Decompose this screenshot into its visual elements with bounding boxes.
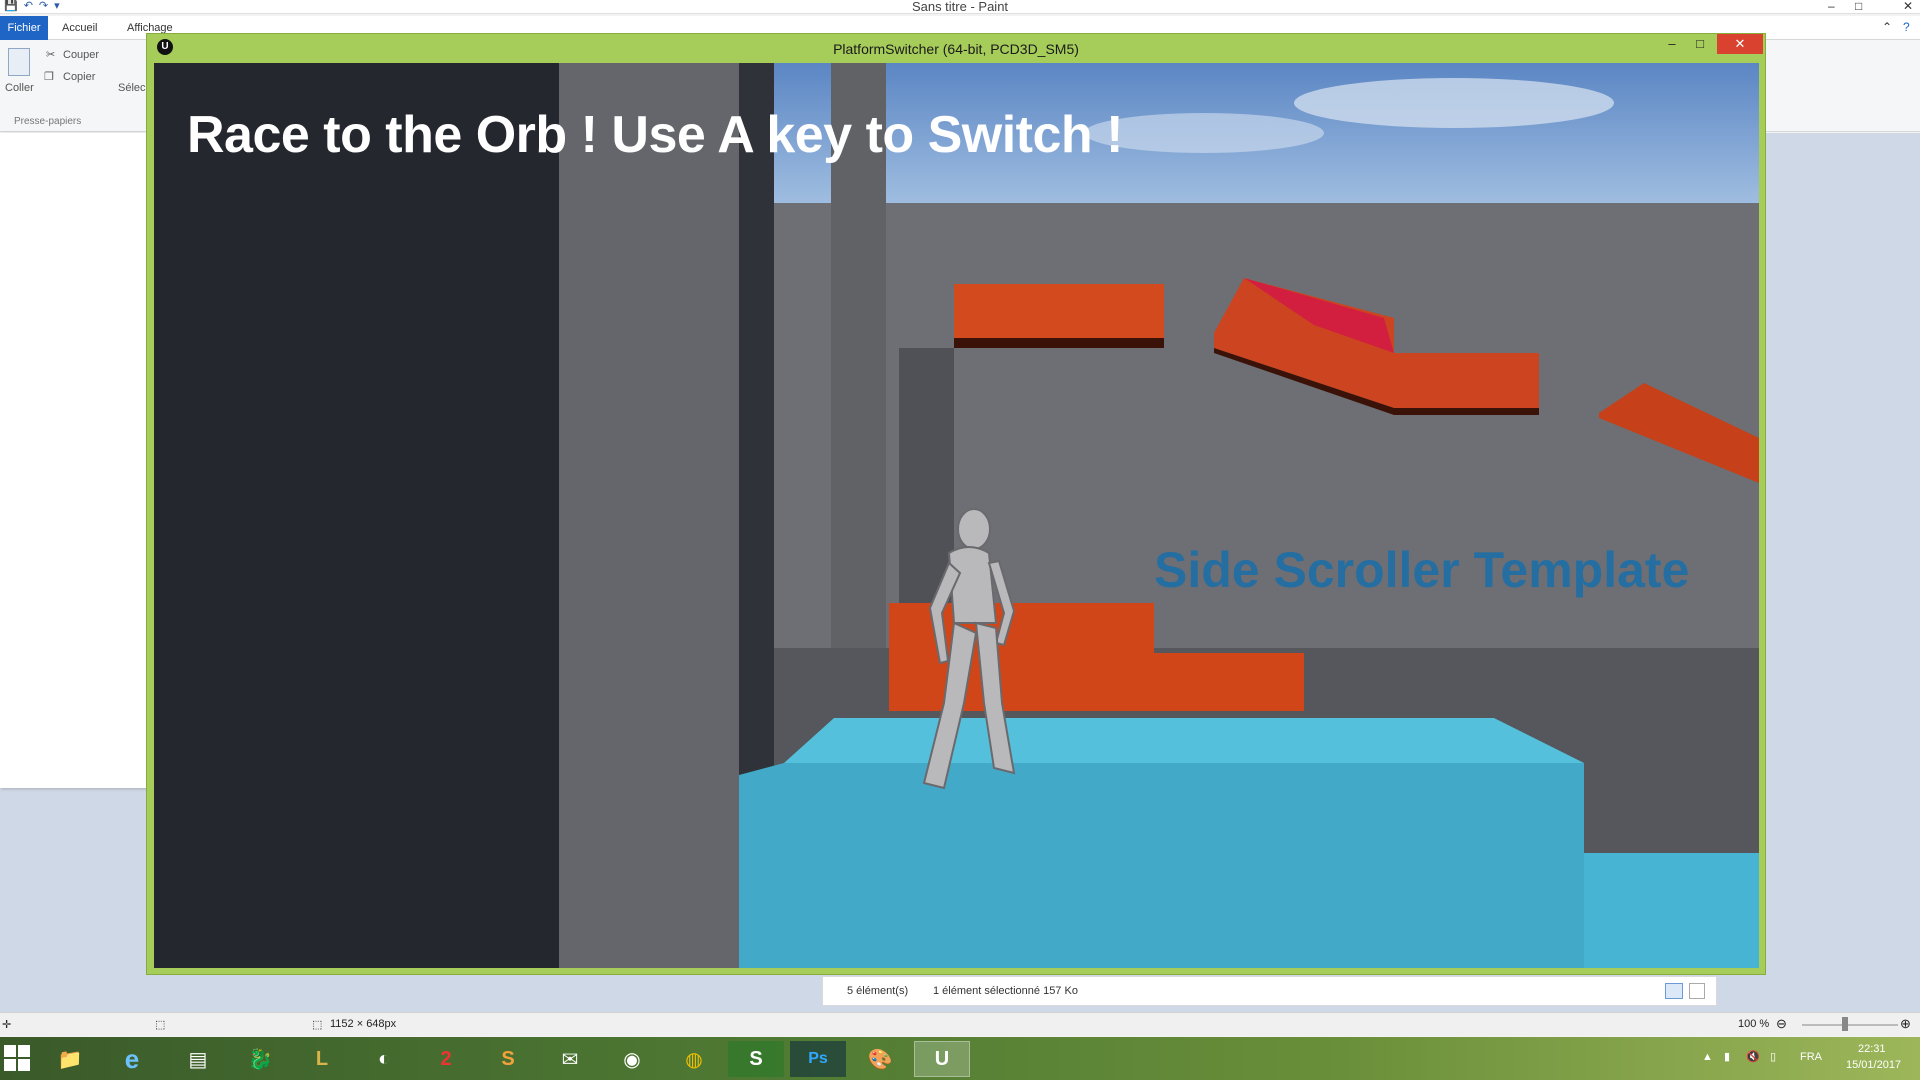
game-window-title: PlatformSwitcher (64-bit, PCD3D_SM5) bbox=[833, 41, 1079, 57]
dragon-app-icon[interactable]: 🐉 bbox=[232, 1041, 288, 1077]
paint-titlebar: 💾 ↶ ↷ ▾ Sans titre - Paint – □ ✕ bbox=[0, 0, 1920, 14]
app-2-icon[interactable]: 2 bbox=[418, 1041, 474, 1077]
copy-button[interactable]: Copier bbox=[63, 71, 95, 83]
canvas-dimensions: 1152 × 648px bbox=[330, 1018, 397, 1030]
hud-objective-text: Race to the Orb ! Use A key to Switch ! bbox=[187, 106, 1123, 164]
game-viewport[interactable]: Race to the Orb ! Use A key to Switch ! … bbox=[154, 63, 1759, 968]
zoom-slider-thumb[interactable] bbox=[1842, 1017, 1848, 1031]
tab-home[interactable]: Accueil bbox=[56, 16, 103, 40]
zoom-level: 100 % bbox=[1738, 1018, 1770, 1030]
language-indicator[interactable]: FRA bbox=[1800, 1051, 1822, 1080]
paint-canvas[interactable] bbox=[0, 133, 150, 788]
photoshop-icon[interactable]: Ps bbox=[790, 1041, 846, 1077]
battery-icon[interactable]: ▯ bbox=[1770, 1050, 1776, 1080]
paint-minimize-button[interactable]: – bbox=[1828, 0, 1835, 13]
select-button[interactable]: Sélec bbox=[118, 82, 146, 94]
middle-wall bbox=[559, 63, 739, 968]
chrome-icon[interactable]: ◍ bbox=[666, 1041, 722, 1077]
selection-size-icon: ⬚ bbox=[155, 1019, 166, 1031]
steam-icon[interactable]: ◐ bbox=[356, 1041, 412, 1077]
canvas-size-icon: ⬚ bbox=[312, 1019, 323, 1031]
platform-shadow bbox=[954, 338, 1164, 348]
platform-blue bbox=[1584, 853, 1759, 968]
platform-blue bbox=[739, 763, 1584, 968]
character-torso bbox=[947, 546, 998, 624]
network-icon[interactable]: ▮ bbox=[1724, 1050, 1730, 1080]
left-wall bbox=[154, 63, 559, 968]
tab-file[interactable]: Fichier bbox=[0, 16, 48, 40]
paint-window-title: Sans titre - Paint bbox=[911, 0, 1009, 14]
league-of-legends-icon[interactable]: L bbox=[294, 1041, 350, 1077]
zoom-out-button[interactable]: ⊖ bbox=[1776, 1016, 1787, 1032]
paint-status-bar: ✛ ⬚ ⬚ 1152 × 648px 100 % ⊖ ⊕ bbox=[0, 1012, 1920, 1036]
explorer-selection-info: 1 élément sélectionné 157 Ko bbox=[933, 985, 1078, 997]
game-close-button[interactable]: ✕ bbox=[1717, 34, 1763, 54]
windows-start-icon[interactable] bbox=[4, 1045, 32, 1073]
paint-close-button[interactable]: ✕ bbox=[1903, 0, 1913, 13]
cursor-position-icon: ✛ bbox=[2, 1019, 12, 1031]
explorer-item-count: 5 élément(s) bbox=[847, 985, 909, 997]
zoom-slider[interactable] bbox=[1802, 1024, 1898, 1026]
help-icon[interactable]: ? bbox=[1903, 20, 1910, 34]
details-view-icon[interactable] bbox=[1665, 983, 1683, 999]
clipboard-group-label: Presse-papiers bbox=[14, 116, 82, 127]
tray-expand-icon[interactable]: ▲ bbox=[1702, 1051, 1713, 1080]
file-explorer-icon[interactable]: 📁 bbox=[42, 1041, 98, 1077]
large-icons-view-icon[interactable] bbox=[1689, 983, 1705, 999]
platform-blue-top bbox=[784, 718, 1584, 763]
game-scene bbox=[154, 63, 1759, 968]
zoom-in-button[interactable]: ⊕ bbox=[1900, 1016, 1911, 1032]
internet-explorer-icon[interactable]: e bbox=[104, 1041, 160, 1077]
explorer-status-bar: 5 élément(s) 1 élément sélectionné 157 K… bbox=[822, 976, 1717, 1006]
cut-button[interactable]: Couper bbox=[63, 49, 99, 61]
game-window: U PlatformSwitcher (64-bit, PCD3D_SM5) –… bbox=[146, 33, 1766, 975]
paste-button[interactable]: Coller bbox=[5, 82, 34, 94]
cut-icon: ✂ bbox=[46, 49, 56, 61]
clock-date[interactable]: 15/01/2017 bbox=[1846, 1059, 1901, 1080]
copy-icon: ❐ bbox=[44, 71, 54, 83]
store-app-icon[interactable]: S bbox=[728, 1041, 784, 1077]
game-maximize-button[interactable]: □ bbox=[1687, 34, 1713, 54]
paint-maximize-button[interactable]: □ bbox=[1855, 0, 1862, 13]
paste-icon[interactable] bbox=[8, 48, 30, 76]
unreal-engine-icon[interactable]: U bbox=[914, 1041, 970, 1077]
mail-icon[interactable]: ✉ bbox=[542, 1041, 598, 1077]
side-scroller-sign: Side Scroller Template bbox=[1154, 542, 1690, 598]
sublime-text-icon[interactable]: S bbox=[480, 1041, 536, 1077]
game-titlebar[interactable]: U PlatformSwitcher (64-bit, PCD3D_SM5) –… bbox=[147, 34, 1765, 62]
volume-muted-icon[interactable]: 🔇 bbox=[1746, 1050, 1760, 1080]
document-app-icon[interactable]: ▤ bbox=[170, 1041, 226, 1077]
taskbar: 📁 e ▤ 🐉 L ◐ 2 S ✉ ◉ ◍ S Ps 🎨 U ▲ ▮ 🔇 ▯ F… bbox=[0, 1037, 1920, 1080]
ribbon-collapse-icon[interactable]: ⌃ bbox=[1882, 20, 1892, 34]
camera-app-icon[interactable]: ◉ bbox=[604, 1041, 660, 1077]
game-minimize-button[interactable]: – bbox=[1659, 34, 1685, 54]
paint-icon[interactable]: 🎨 bbox=[852, 1041, 908, 1077]
character-head bbox=[957, 508, 991, 550]
cloud bbox=[1294, 78, 1614, 128]
